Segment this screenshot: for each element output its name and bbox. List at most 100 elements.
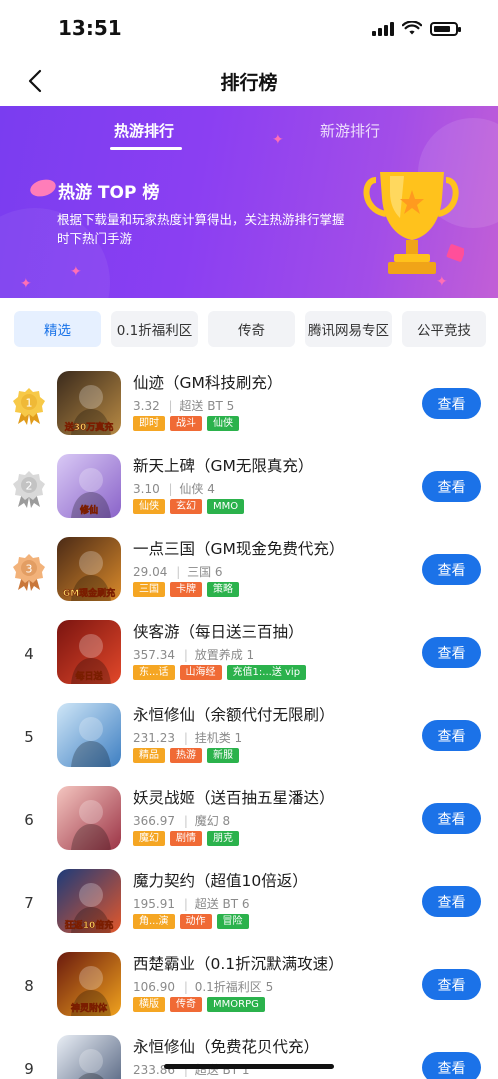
game-icon[interactable] xyxy=(57,786,121,850)
game-tag: 传奇 xyxy=(170,997,202,1012)
game-list-item[interactable]: 5 永恒修仙（余额代付无限刷） 231.23 | 挂机类 1 精品 热游 新服 查看 xyxy=(0,700,498,783)
category-chip-0.1-discount[interactable]: 0.1折福利区 xyxy=(111,311,198,347)
view-button[interactable]: 查看 xyxy=(422,1052,481,1079)
game-tags: 三国 卡牌 策略 xyxy=(133,582,239,597)
tab-new-games[interactable]: 新游排行 xyxy=(320,120,380,141)
view-button[interactable]: 查看 xyxy=(422,637,481,668)
game-name[interactable]: 侠客游（每日送三百抽） xyxy=(133,620,304,642)
battery-icon xyxy=(430,22,461,36)
status-icons xyxy=(372,20,461,36)
game-score: 366.97 xyxy=(133,814,175,828)
game-tag: 新服 xyxy=(207,748,239,763)
sparkle-icon: ✦ xyxy=(20,276,32,292)
game-name[interactable]: 永恒修仙（免费花贝代充） xyxy=(133,1035,319,1057)
game-icon[interactable]: 修仙 xyxy=(57,454,121,518)
game-tag: 三国 xyxy=(133,582,165,597)
view-button[interactable]: 查看 xyxy=(422,720,481,751)
view-button[interactable]: 查看 xyxy=(422,969,481,1000)
wifi-icon xyxy=(402,21,422,35)
view-button[interactable]: 查看 xyxy=(422,388,481,419)
game-name[interactable]: 西楚霸业（0.1折沉默满攻速） xyxy=(133,952,344,974)
game-icon[interactable]: 狂返10倍充 xyxy=(57,869,121,933)
game-category: 超送 BT 5 xyxy=(179,399,235,413)
game-name[interactable]: 仙迹（GM科技刷充） xyxy=(133,371,282,393)
game-icon-caption: 送30万真充 xyxy=(64,421,114,433)
game-score: 357.34 xyxy=(133,648,175,662)
game-category: 仙侠 4 xyxy=(179,482,215,496)
game-tags: 魔幻 剧情 朋克 xyxy=(133,831,239,846)
rank-number: 8 xyxy=(24,977,34,995)
game-icon-caption: 狂返10倍充 xyxy=(65,919,114,931)
game-name[interactable]: 新天上碑（GM无限真充） xyxy=(133,454,313,476)
game-list-item[interactable]: 3 GM现金刷充 一点三国（GM现金免费代充） 29.04 | 三国 6 三国卡… xyxy=(0,534,498,617)
game-meta: 3.10 | 仙侠 4 xyxy=(133,480,215,497)
game-tag: 策略 xyxy=(207,582,239,597)
active-tab-indicator xyxy=(110,147,182,150)
game-tag: 东...话 xyxy=(133,665,175,680)
rank-number: 9 xyxy=(24,1060,34,1078)
game-tags: 精品 热游 新服 xyxy=(133,748,239,763)
view-button[interactable]: 查看 xyxy=(422,803,481,834)
game-list-item[interactable]: 1 送30万真充 仙迹（GM科技刷充） 3.32 | 超送 BT 5 即时 战斗仙… xyxy=(0,368,498,451)
game-tag: 战斗 xyxy=(170,416,202,431)
game-artwork-icon xyxy=(71,800,111,850)
game-list-item[interactable]: 9 永恒修仙（免费花贝代充） 233.86 | 超送 BT 1 查看 xyxy=(0,1032,498,1079)
category-chip-legend[interactable]: 传奇 xyxy=(208,311,295,347)
category-chip-selected[interactable]: 精选 xyxy=(14,311,101,347)
game-icon[interactable]: 神灵附体 xyxy=(57,952,121,1016)
game-icon[interactable]: GM现金刷充 xyxy=(57,537,121,601)
game-icon[interactable]: 送30万真充 xyxy=(57,371,121,435)
category-chip-tencent-netease[interactable]: 腾讯网易专区 xyxy=(305,311,392,347)
game-icon-caption: 每日送 xyxy=(75,670,103,682)
view-button[interactable]: 查看 xyxy=(422,471,481,502)
game-tag: MMORPG xyxy=(207,997,265,1012)
bronze-medal-icon: 3 xyxy=(13,554,45,591)
game-artwork-icon: 神灵附体 xyxy=(71,966,111,1016)
game-icon[interactable] xyxy=(57,703,121,767)
banner-description: 根据下载量和玩家热度计算得出，关注热游排行掌握时下热门手游 xyxy=(57,212,345,246)
game-tag: 山海经 xyxy=(179,665,222,680)
game-list-item[interactable]: 6 妖灵战姬（送百抽五星潘达） 366.97 | 魔幻 8 魔幻 剧情 朋克 查看 xyxy=(0,783,498,866)
meta-divider: | xyxy=(168,399,173,413)
view-button[interactable]: 查看 xyxy=(422,886,481,917)
game-meta: 366.97 | 魔幻 8 xyxy=(133,812,230,829)
game-meta: 357.34 | 放置养成 1 xyxy=(133,646,254,663)
game-name[interactable]: 一点三国（GM现金免费代充） xyxy=(133,537,344,559)
game-icon[interactable]: 每日送 xyxy=(57,620,121,684)
game-score: 106.90 xyxy=(133,980,175,994)
trophy-icon xyxy=(363,172,464,274)
game-meta: 3.32 | 超送 BT 5 xyxy=(133,397,234,414)
coin-decoration-icon xyxy=(28,176,58,200)
page-title: 排行榜 xyxy=(220,72,278,94)
game-icon[interactable] xyxy=(57,1035,121,1079)
tab-hot-games[interactable]: 热游排行 xyxy=(114,120,174,141)
gold-medal-icon: 1 xyxy=(13,388,45,425)
game-tags: 即时 战斗 仙侠 xyxy=(133,416,239,431)
game-tag: MMO xyxy=(207,499,245,514)
game-tag: 玄幻 xyxy=(170,499,202,514)
game-list-item[interactable]: 2 修仙 新天上碑（GM无限真充） 3.10 | 仙侠 4 仙侠 玄幻 MMO 查看 xyxy=(0,451,498,534)
game-list-item[interactable]: 4 每日送 侠客游（每日送三百抽） 357.34 | 放置养成 1 东...话山… xyxy=(0,617,498,700)
game-name[interactable]: 魔力契约（超值10倍返） xyxy=(133,869,308,891)
game-score: 3.32 xyxy=(133,399,160,413)
game-name[interactable]: 永恒修仙（余额代付无限刷） xyxy=(133,703,335,725)
game-artwork-icon: GM现金刷充 xyxy=(63,551,115,601)
game-category: 0.1折福利区 5 xyxy=(194,980,274,994)
game-name[interactable]: 妖灵战姬（送百抽五星潘达） xyxy=(133,786,335,808)
game-tag: 角...演 xyxy=(133,914,175,929)
game-list-item[interactable]: 7 狂返10倍充 魔力契约（超值10倍返） 195.91 | 超送 BT 6 角… xyxy=(0,866,498,949)
game-meta: 195.91 | 超送 BT 6 xyxy=(133,895,250,912)
game-tag: 仙侠 xyxy=(133,499,165,514)
game-tags: 仙侠 玄幻 MMO xyxy=(133,499,245,514)
meta-divider: | xyxy=(168,482,173,496)
view-button[interactable]: 查看 xyxy=(422,554,481,585)
sparkle-icon: ✦ xyxy=(70,264,82,280)
category-chip-fair-play[interactable]: 公平竞技 xyxy=(402,311,486,347)
rank-number: 7 xyxy=(24,894,34,912)
game-meta: 231.23 | 挂机类 1 xyxy=(133,729,242,746)
game-list-item[interactable]: 8 神灵附体 西楚霸业（0.1折沉默满攻速） 106.90 | 0.1折福利区 … xyxy=(0,949,498,1032)
nav-bar: 排行榜 xyxy=(0,56,498,106)
category-filter-bar: 精选 0.1折福利区 传奇 腾讯网易专区 公平竞技 xyxy=(14,311,486,347)
medal-rank-number: 1 xyxy=(26,397,33,410)
game-tag: 热游 xyxy=(170,748,202,763)
